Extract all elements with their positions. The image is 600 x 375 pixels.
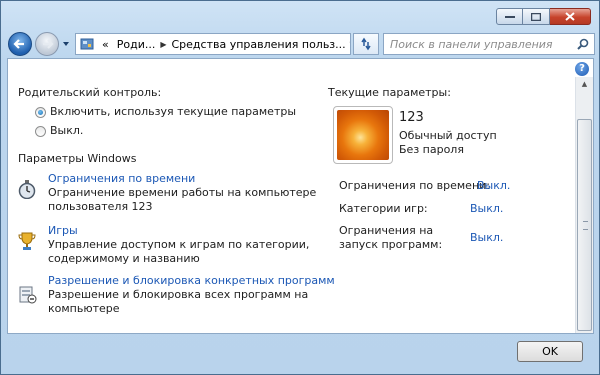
games-desc-line2: содержимому и названию xyxy=(48,252,200,265)
program-block-desc-line2: компьютере xyxy=(48,302,120,315)
program-block-link[interactable]: Разрешение и блокировка конкретных прогр… xyxy=(48,274,335,287)
radio-off[interactable] xyxy=(35,126,46,137)
vertical-scrollbar[interactable]: ▲ xyxy=(575,77,593,333)
arrow-left-icon xyxy=(13,39,24,49)
time-limits-desc-line2: пользователя 123 xyxy=(48,200,153,213)
program-limits-value-link[interactable]: Выкл. xyxy=(470,231,503,244)
games-link[interactable]: Игры xyxy=(48,224,78,237)
grip-icon xyxy=(583,220,588,230)
caption-buttons xyxy=(496,8,591,25)
control-panel-icon xyxy=(80,38,94,50)
content-pane: ? ▲ Родительский контроль: Включить, исп… xyxy=(7,58,594,334)
time-limits-desc-line1: Ограничение времени работы на компьютере xyxy=(48,186,317,199)
search-icon[interactable] xyxy=(576,37,590,51)
search-box[interactable]: Поиск в панели управления xyxy=(383,33,595,55)
maximize-button[interactable] xyxy=(523,8,550,25)
back-button[interactable] xyxy=(8,32,32,56)
account-type: Обычный доступ xyxy=(399,129,497,142)
breadcrumb-parent[interactable]: Роди... xyxy=(113,38,160,51)
navigation-bar: « Роди... ▶ Средства управления польз...… xyxy=(7,32,595,56)
program-limits-label-line1: Ограничения на xyxy=(339,224,434,237)
chevron-down-icon xyxy=(63,42,69,46)
refresh-icon xyxy=(361,37,371,51)
arrow-right-icon xyxy=(43,39,54,49)
stopwatch-icon xyxy=(18,180,36,199)
scroll-up-icon[interactable]: ▲ xyxy=(576,77,593,91)
radio-off-label[interactable]: Выкл. xyxy=(50,124,83,137)
game-categories-value-link[interactable]: Выкл. xyxy=(470,202,503,215)
forward-button[interactable] xyxy=(35,32,59,56)
parental-control-heading: Родительский контроль: xyxy=(18,86,162,99)
maximize-icon xyxy=(531,12,541,21)
refresh-button[interactable] xyxy=(353,33,379,55)
close-button[interactable] xyxy=(550,8,591,25)
minimize-button[interactable] xyxy=(496,8,523,25)
minimize-icon xyxy=(504,15,515,18)
scrollbar-thumb[interactable] xyxy=(577,119,592,331)
control-panel-window: « Роди... ▶ Средства управления польз...… xyxy=(0,0,600,375)
help-icon[interactable]: ? xyxy=(575,62,589,76)
time-limits-link[interactable]: Ограничения по времени xyxy=(48,172,195,185)
radio-enable[interactable] xyxy=(35,107,46,118)
trophy-icon xyxy=(18,232,36,250)
password-status: Без пароля xyxy=(399,143,464,156)
program-limits-label-line2: запуск программ: xyxy=(339,238,443,251)
radio-enable-label[interactable]: Включить, используя текущие параметры xyxy=(50,105,296,118)
current-settings-heading: Текущие параметры: xyxy=(328,86,451,99)
games-desc-line1: Управление доступом к играм по категории… xyxy=(48,238,310,251)
breadcrumb-current[interactable]: Средства управления польз... xyxy=(168,38,350,51)
windows-settings-heading: Параметры Windows xyxy=(18,152,137,165)
time-limits-value-link[interactable]: Выкл. xyxy=(477,179,510,192)
address-dropdown-icon[interactable]: ▼ xyxy=(350,34,351,54)
user-picture-icon xyxy=(337,110,389,160)
breadcrumb-overflow[interactable]: « xyxy=(98,38,113,51)
game-categories-label: Категории игр: xyxy=(339,202,428,215)
close-icon xyxy=(565,12,575,21)
breadcrumb-separator-icon[interactable]: ▶ xyxy=(159,40,167,49)
time-limits-label: Ограничения по времени: xyxy=(339,179,490,192)
search-input[interactable]: Поиск в панели управления xyxy=(390,38,553,51)
user-name: 123 xyxy=(399,110,424,125)
address-bar[interactable]: « Роди... ▶ Средства управления польз...… xyxy=(75,33,351,55)
program-block-desc-line1: Разрешение и блокировка всех программ на xyxy=(48,288,309,301)
avatar xyxy=(333,106,393,164)
recent-pages-button[interactable] xyxy=(62,39,70,49)
program-block-icon xyxy=(19,286,37,304)
breadcrumb-icon xyxy=(76,37,98,51)
ok-button[interactable]: OK xyxy=(517,341,583,362)
